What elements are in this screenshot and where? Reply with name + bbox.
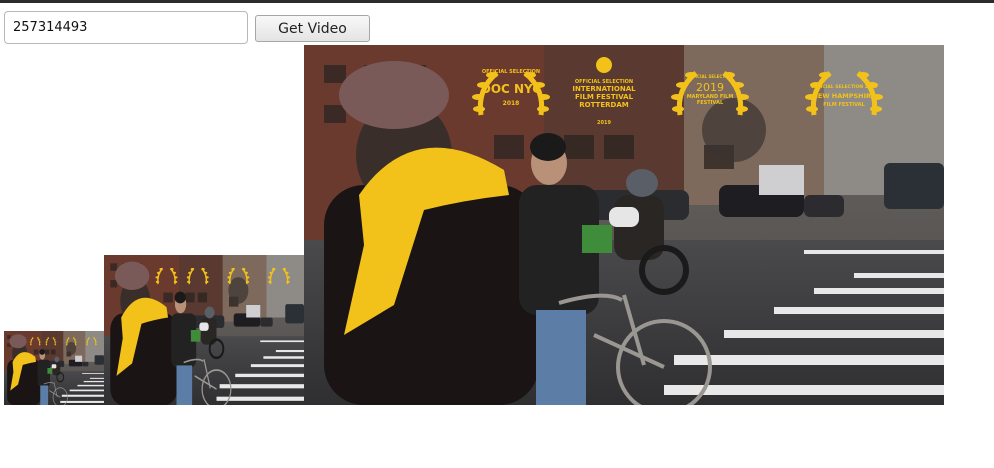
svg-text:NEW HAMPSHIRE: NEW HAMPSHIRE <box>812 92 875 100</box>
svg-text:2018: 2018 <box>503 100 520 107</box>
svg-text:FILM FESTIVAL: FILM FESTIVAL <box>823 102 865 108</box>
video-thumbnail-small <box>4 331 104 405</box>
street-scene-image <box>104 255 304 405</box>
get-video-button[interactable]: Get Video <box>255 15 370 42</box>
svg-text:2019: 2019 <box>597 120 611 126</box>
window-top-border <box>0 0 994 3</box>
video-frame-large: OFFICIAL SELECTION DOC NYC 2018 OFFICIAL… <box>304 45 944 405</box>
video-id-input[interactable] <box>4 11 248 44</box>
svg-text:2019: 2019 <box>696 81 724 94</box>
svg-text:OFFICIAL SELECTION: OFFICIAL SELECTION <box>687 74 734 79</box>
svg-text:DOC NYC: DOC NYC <box>481 82 541 96</box>
svg-text:OFFICIAL SELECTION 2019: OFFICIAL SELECTION 2019 <box>811 84 878 90</box>
street-scene-image: OFFICIAL SELECTION DOC NYC 2018 OFFICIAL… <box>304 45 944 405</box>
svg-text:OFFICIAL SELECTION: OFFICIAL SELECTION <box>482 69 540 75</box>
street-scene-image <box>4 331 104 405</box>
video-thumbnail-medium <box>104 255 304 405</box>
